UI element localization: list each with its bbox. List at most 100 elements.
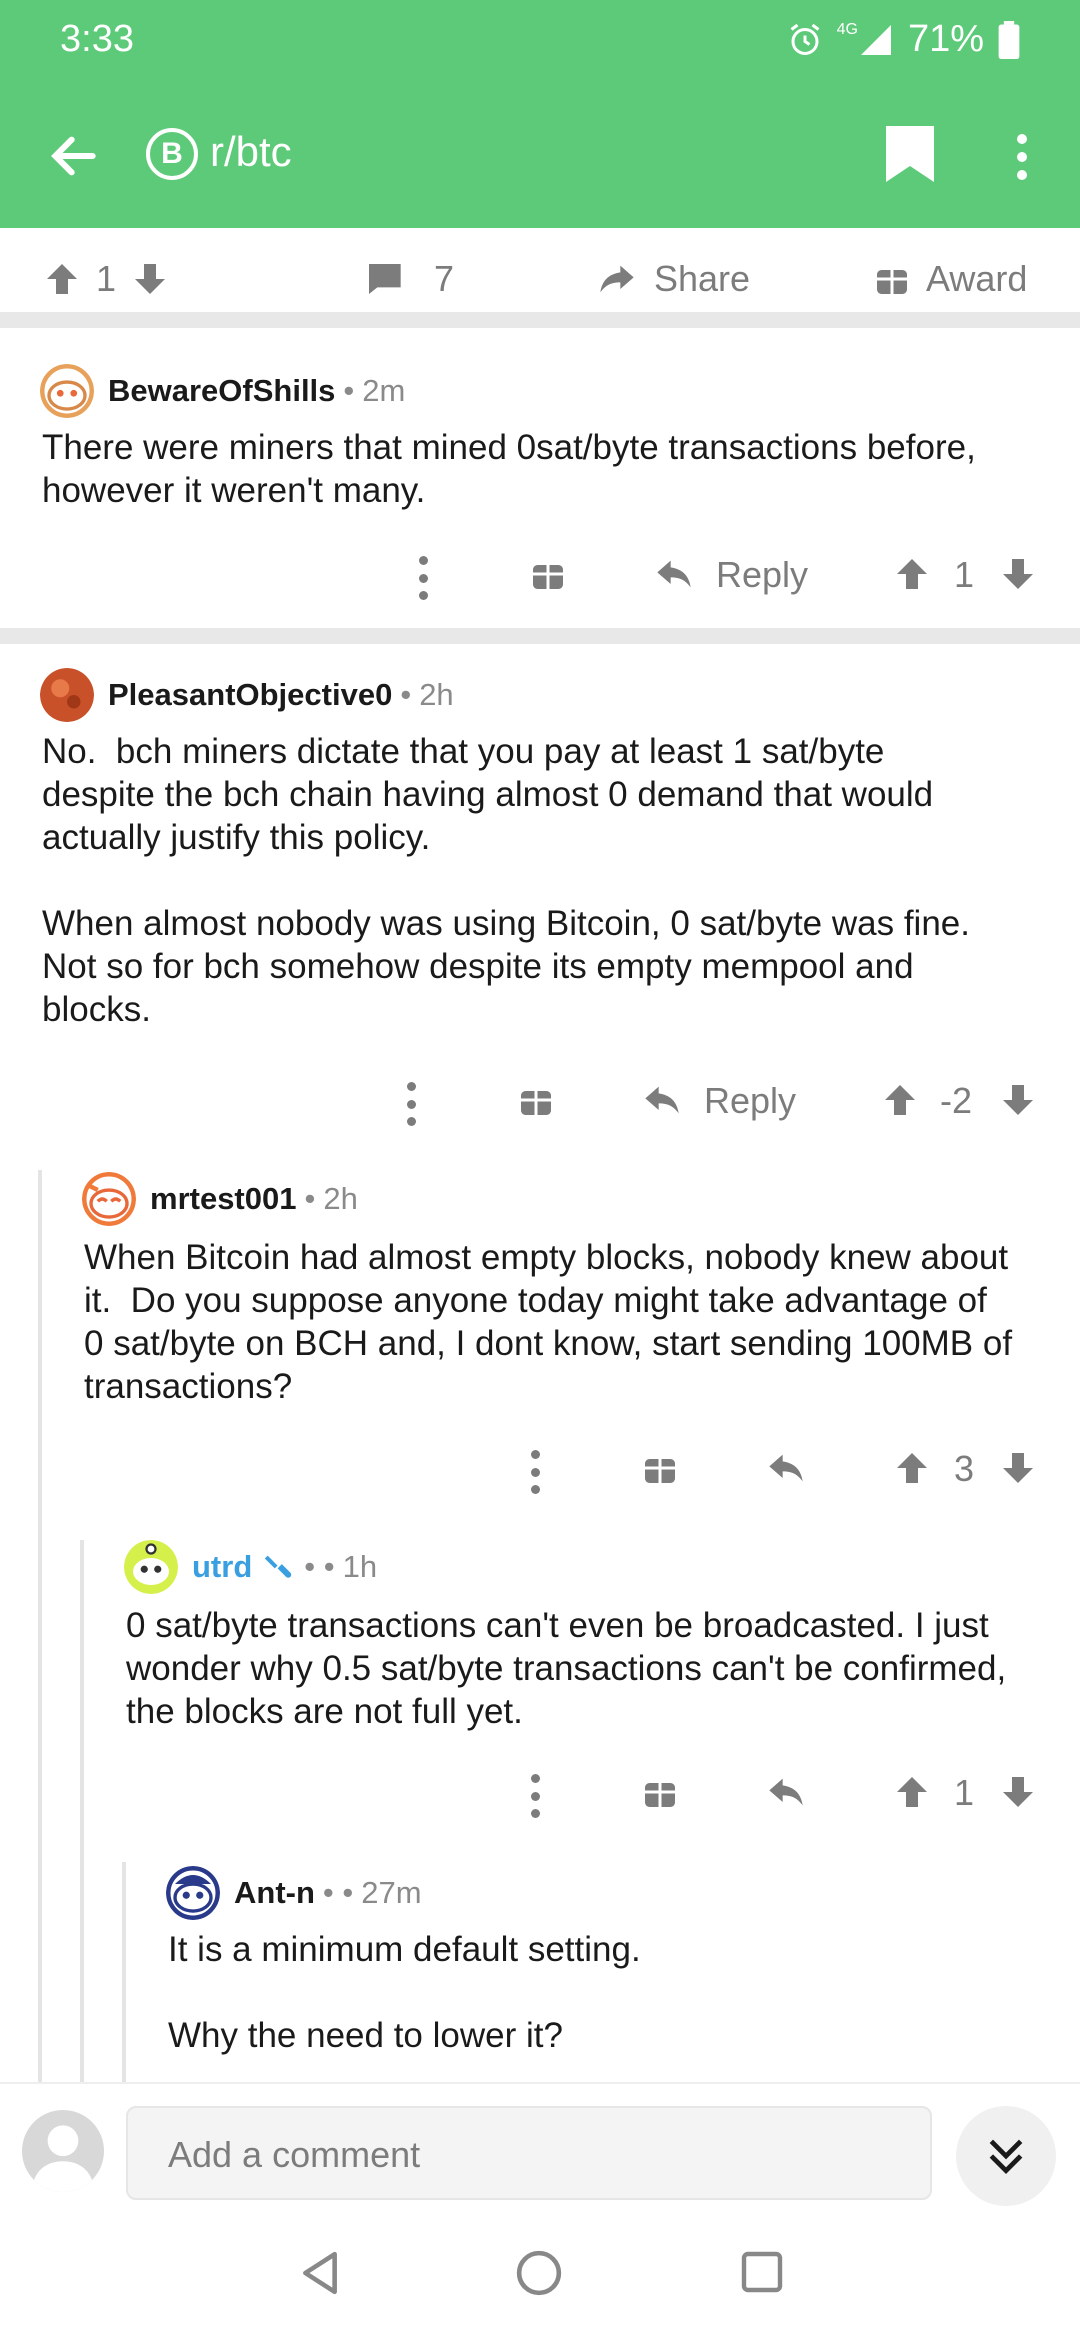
comment-age-sep: • • bbox=[322, 1875, 354, 1910]
avatar[interactable] bbox=[82, 1172, 136, 1226]
comment-age-sep: • bbox=[304, 1181, 316, 1216]
subreddit-name[interactable]: r/btc bbox=[210, 128, 292, 176]
back-triangle-icon[interactable] bbox=[298, 2250, 342, 2296]
comments-button[interactable]: 7 bbox=[364, 258, 454, 300]
upvote-icon[interactable] bbox=[894, 1774, 930, 1810]
comment-score: 1 bbox=[954, 554, 975, 595]
comment-body: There were miners that mined 0sat/byte t… bbox=[42, 428, 976, 510]
share-icon bbox=[600, 265, 634, 293]
moderator-wrench-icon bbox=[265, 1555, 292, 1578]
downvote-icon[interactable] bbox=[1000, 1774, 1036, 1810]
comment-composer: Add a comment bbox=[0, 2082, 1080, 2210]
comment-author[interactable]: Ant-n bbox=[234, 1875, 315, 1911]
more-dots-icon[interactable] bbox=[406, 1082, 416, 1126]
downvote-icon[interactable] bbox=[132, 261, 168, 297]
avatar[interactable] bbox=[40, 668, 94, 722]
avatar[interactable] bbox=[166, 1866, 220, 1920]
comment-age: 2h bbox=[419, 677, 454, 712]
comment-count: 7 bbox=[434, 258, 455, 299]
comment-body: It is a minimum default setting. Why the… bbox=[168, 1930, 641, 2055]
upvote-icon[interactable] bbox=[894, 556, 930, 592]
comment-divider bbox=[0, 628, 1080, 644]
system-nav-bar bbox=[0, 2210, 1080, 2340]
upvote-icon[interactable] bbox=[894, 1450, 930, 1486]
award-button[interactable]: Award bbox=[874, 258, 1027, 300]
double-chevron-down-icon bbox=[989, 2139, 1023, 2175]
comment-actions: Reply -2 bbox=[0, 1074, 1080, 1134]
share-button[interactable]: Share bbox=[596, 258, 750, 300]
comment-header: mrtest001 • 2h bbox=[82, 1172, 358, 1226]
bookmark-icon[interactable] bbox=[886, 126, 934, 182]
comment-age: 1h bbox=[342, 1549, 378, 1584]
downvote-icon[interactable] bbox=[1000, 1082, 1036, 1118]
post-action-bar: 1 7 Share Award bbox=[0, 228, 1080, 328]
post-vote-group: 1 bbox=[44, 258, 168, 300]
comment-header: BewareOfShills • 2m bbox=[40, 364, 405, 418]
user-avatar[interactable] bbox=[22, 2110, 104, 2192]
comment-age-sep: • bbox=[400, 677, 412, 712]
comment-header: PleasantObjective0 • 2h bbox=[40, 668, 454, 722]
battery-percent: 71% bbox=[907, 18, 984, 60]
gift-icon bbox=[877, 270, 907, 294]
comment-body: 0 sat/byte transactions can't even be br… bbox=[126, 1606, 1007, 1731]
comment-icon bbox=[367, 264, 401, 294]
back-arrow-icon[interactable] bbox=[46, 128, 102, 184]
comment-age: 2h bbox=[323, 1181, 358, 1216]
avatar[interactable] bbox=[124, 1540, 178, 1594]
status-time: 3:33 bbox=[60, 18, 134, 60]
comment-age: 27m bbox=[361, 1875, 422, 1910]
comment-header: utrd • • 1h bbox=[124, 1540, 377, 1594]
gift-icon[interactable] bbox=[642, 1774, 678, 1810]
alarm-icon bbox=[790, 23, 819, 55]
upvote-icon[interactable] bbox=[44, 261, 80, 297]
comment-score: 1 bbox=[954, 1772, 975, 1813]
signal-icon bbox=[860, 24, 891, 55]
comment-score: -2 bbox=[940, 1080, 973, 1121]
gift-icon[interactable] bbox=[530, 556, 566, 592]
reply-icon[interactable] bbox=[766, 1448, 806, 1488]
recents-square-icon[interactable] bbox=[740, 2250, 784, 2294]
gift-icon[interactable] bbox=[642, 1450, 678, 1486]
comment-actions: 1 bbox=[0, 1766, 1080, 1826]
more-dots-icon[interactable] bbox=[530, 1450, 540, 1494]
comment-body: When Bitcoin had almost empty blocks, no… bbox=[84, 1238, 1013, 1406]
status-icons: 4G 71% bbox=[787, 18, 1020, 61]
user-icon bbox=[32, 2125, 94, 2192]
network-label: 4G bbox=[836, 20, 858, 38]
comment-author[interactable]: utrd bbox=[192, 1549, 252, 1585]
reply-icon[interactable] bbox=[766, 1772, 806, 1812]
reply-icon[interactable] bbox=[654, 554, 694, 594]
comment-author[interactable]: BewareOfShills bbox=[108, 373, 335, 409]
thread-line[interactable] bbox=[122, 1862, 126, 2082]
comment-author[interactable]: PleasantObjective0 bbox=[108, 677, 392, 713]
reply-icon[interactable] bbox=[642, 1080, 682, 1120]
battery-icon bbox=[998, 20, 1020, 59]
add-comment-input[interactable]: Add a comment bbox=[126, 2106, 932, 2200]
reply-label[interactable]: Reply bbox=[704, 1080, 796, 1122]
subreddit-icon[interactable]: B bbox=[146, 128, 198, 180]
home-circle-icon[interactable] bbox=[516, 2250, 562, 2296]
nav-bar: B r/btc bbox=[0, 120, 1080, 192]
comment-score: 3 bbox=[954, 1448, 975, 1489]
more-options-icon[interactable] bbox=[1010, 128, 1034, 188]
comment-author[interactable]: mrtest001 bbox=[150, 1181, 296, 1217]
comment-actions: 3 bbox=[0, 1442, 1080, 1502]
more-dots-icon[interactable] bbox=[530, 1774, 540, 1818]
share-label: Share bbox=[654, 258, 751, 299]
downvote-icon[interactable] bbox=[1000, 1450, 1036, 1486]
more-dots-icon[interactable] bbox=[418, 556, 428, 600]
post-score: 1 bbox=[96, 258, 117, 299]
next-comment-button[interactable] bbox=[956, 2106, 1056, 2206]
comment-body: No. bch miners dictate that you pay at l… bbox=[42, 732, 970, 1029]
avatar[interactable] bbox=[40, 364, 94, 418]
comment-age: 2m bbox=[362, 373, 406, 408]
gift-icon[interactable] bbox=[518, 1082, 554, 1118]
downvote-icon[interactable] bbox=[1000, 556, 1036, 592]
thread-line[interactable] bbox=[38, 1170, 42, 2082]
comment-actions: Reply 1 bbox=[0, 548, 1080, 608]
upvote-icon[interactable] bbox=[882, 1082, 918, 1118]
reply-label[interactable]: Reply bbox=[716, 554, 808, 596]
award-label: Award bbox=[926, 258, 1028, 299]
comment-age-sep: • bbox=[343, 373, 355, 408]
comment-age-sep: • • bbox=[304, 1549, 335, 1584]
